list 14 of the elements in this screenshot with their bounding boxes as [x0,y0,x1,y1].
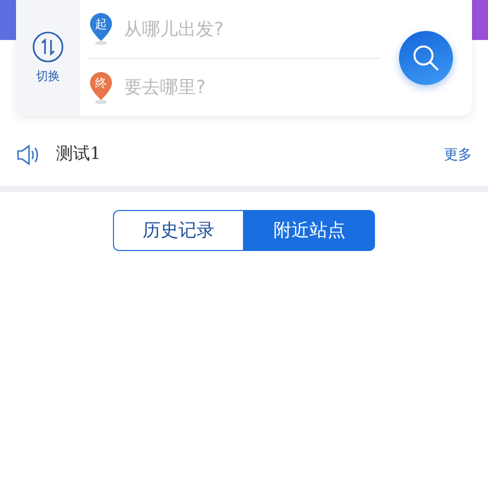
location-field[interactable]: 要去哪里? [122,73,352,102]
swap-label: 切换 [36,68,60,85]
search-button[interactable] [399,31,453,85]
pin-label: 起 [95,17,107,31]
tab[interactable]: 历史记录 [113,210,244,251]
swap-icon [32,31,64,63]
swap-panel[interactable]: 切换 [16,0,80,116]
speaker-icon [16,144,40,166]
search-icon [411,43,441,73]
location-field[interactable]: 从哪儿出发? [122,14,352,44]
notice-text: 测试1 [56,143,102,166]
tab[interactable]: 附近站点 [244,210,375,251]
pin-label: 终 [95,76,107,90]
more-link[interactable]: 更多 [444,144,472,166]
